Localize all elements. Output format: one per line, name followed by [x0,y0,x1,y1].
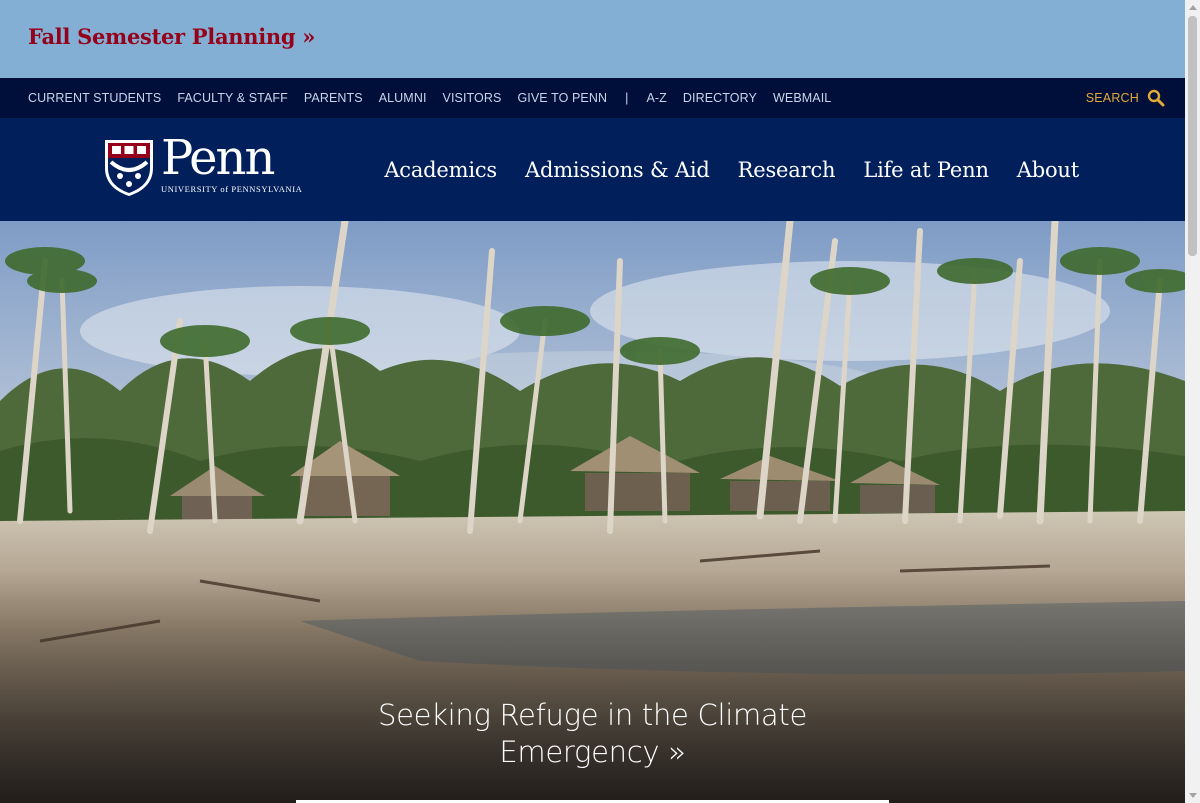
main-nav: Academics Admissions & Aid Research Life… [356,118,1079,221]
util-link-a-z[interactable]: A-Z [646,91,666,105]
nav-research[interactable]: Research [738,158,836,182]
penn-shield-icon [105,140,153,196]
search-icon [1147,89,1165,107]
util-separator: | [625,91,629,105]
scrollbar-thumb[interactable] [1188,16,1197,256]
alert-banner: Fall Semester Planning » [0,0,1185,78]
scroll-up-arrow-icon[interactable] [1189,5,1197,10]
fall-semester-planning-link[interactable]: Fall Semester Planning » [28,24,315,49]
util-link-alumni[interactable]: ALUMNI [379,91,427,105]
util-link-give-to-penn[interactable]: GIVE TO PENN [517,91,607,105]
scroll-down-arrow-icon[interactable] [1189,793,1197,798]
util-link-faculty-staff[interactable]: FACULTY & STAFF [177,91,288,105]
penn-logo[interactable]: Penn UNIVERSITY of PENNSYLVANIA [103,134,303,198]
logo-wordmark: Penn [161,130,275,186]
nav-admissions-aid[interactable]: Admissions & Aid [525,158,710,182]
site-header: Penn UNIVERSITY of PENNSYLVANIA Academic… [0,118,1185,221]
search-button[interactable]: SEARCH [1086,78,1165,118]
util-link-webmail[interactable]: WEBMAIL [773,91,831,105]
hero-caption-link[interactable]: Seeking Refuge in the Climate Emergency … [296,697,889,771]
nav-academics[interactable]: Academics [384,158,497,182]
util-link-parents[interactable]: PARENTS [304,91,363,105]
util-link-current-students[interactable]: CURRENT STUDENTS [28,91,161,105]
hero-banner[interactable]: Seeking Refuge in the Climate Emergency … [0,221,1185,803]
util-link-visitors[interactable]: VISITORS [443,91,502,105]
nav-life-at-penn[interactable]: Life at Penn [863,158,989,182]
search-label: SEARCH [1085,91,1139,105]
utility-nav: CURRENT STUDENTS FACULTY & STAFF PARENTS… [0,78,1185,118]
nav-about[interactable]: About [1017,158,1079,182]
page-scrollbar[interactable] [1185,0,1200,803]
util-link-directory[interactable]: DIRECTORY [683,91,757,105]
logo-subtitle: UNIVERSITY of PENNSYLVANIA [161,184,303,194]
